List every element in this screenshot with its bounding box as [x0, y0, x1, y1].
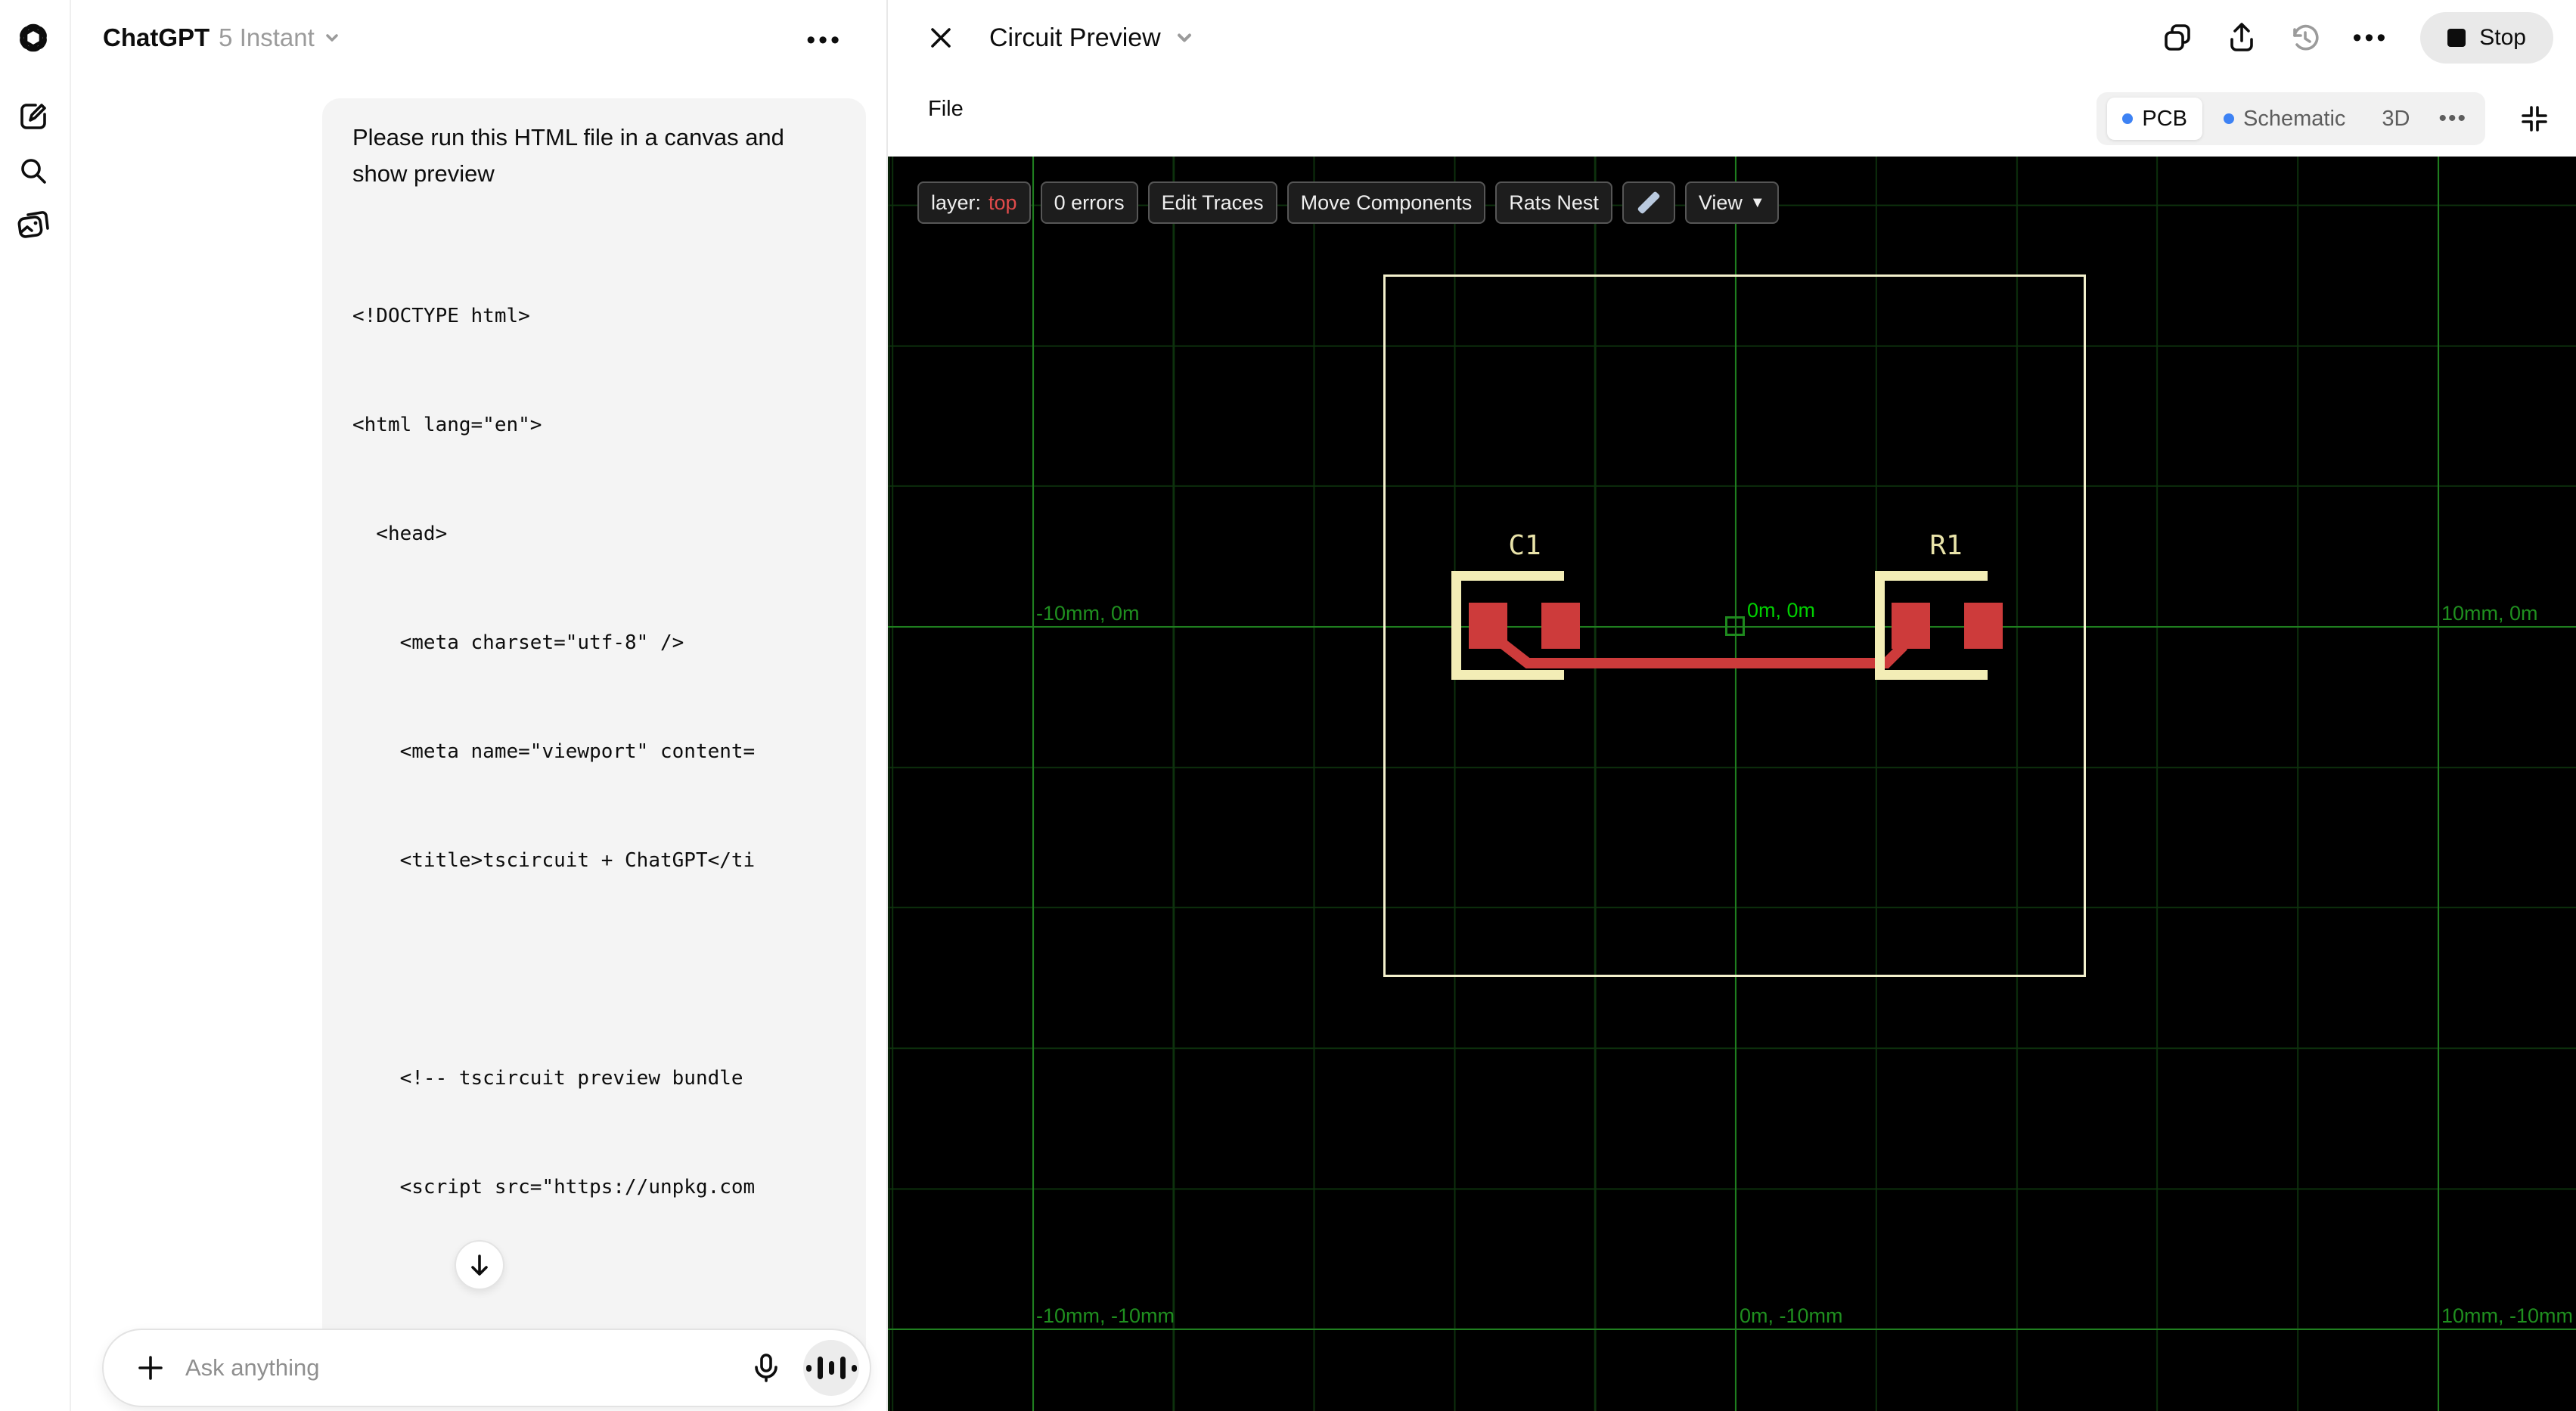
- user-message-text: Please run this HTML file in a canvas an…: [352, 124, 784, 187]
- canvas-panel: Circuit Preview ••• Stop File PCB Schema…: [886, 0, 2576, 1411]
- history-icon[interactable]: [2289, 22, 2321, 54]
- coord-label-center-bottom: 0m, -10mm: [1740, 1304, 1843, 1327]
- canvas-menu-button[interactable]: •••: [2353, 23, 2389, 53]
- pad-r1-1[interactable]: [1892, 603, 1930, 649]
- library-icon[interactable]: [14, 206, 53, 245]
- scroll-to-bottom-button[interactable]: [455, 1240, 504, 1290]
- tab-pcb[interactable]: PCB: [2107, 98, 2203, 140]
- stop-square-icon: [2447, 29, 2466, 47]
- composer[interactable]: Ask anything: [102, 1329, 871, 1407]
- tab-schematic[interactable]: Schematic: [2208, 98, 2360, 140]
- close-icon[interactable]: [926, 23, 956, 53]
- pcb-toolbar: layer: top 0 errors Edit Traces Move Com…: [917, 181, 1779, 224]
- coord-label-origin: 0m, 0m: [1747, 599, 1816, 622]
- chat-panel: ChatGPT 5 Instant ••• Please run this HT…: [73, 0, 886, 1411]
- attach-plus-icon[interactable]: [135, 1353, 166, 1383]
- voice-mode-button[interactable]: [803, 1340, 859, 1396]
- layer-button[interactable]: layer: top: [917, 181, 1031, 224]
- pcb-dot-icon: [2122, 113, 2134, 124]
- tabs-overflow-button[interactable]: •••: [2431, 106, 2475, 132]
- canvas-menubar: File PCB Schematic 3D •••: [888, 76, 2576, 157]
- pad-c1-2[interactable]: [1541, 603, 1580, 649]
- edit-pencil-button[interactable]: [1622, 181, 1675, 224]
- view-dropdown-button[interactable]: View ▼: [1684, 181, 1779, 224]
- chat-header: ChatGPT 5 Instant •••: [73, 0, 886, 76]
- conversation-menu-button[interactable]: •••: [806, 26, 843, 55]
- composer-input[interactable]: Ask anything: [185, 1354, 750, 1382]
- openai-logo-icon[interactable]: [14, 18, 53, 57]
- chevron-down-icon: [326, 34, 338, 42]
- stop-button[interactable]: Stop: [2420, 12, 2553, 64]
- pad-c1-1[interactable]: [1469, 603, 1507, 649]
- coord-label-left-mid: -10mm, 0m: [1036, 602, 1140, 625]
- collapse-icon[interactable]: [2520, 104, 2549, 133]
- rats-nest-button[interactable]: Rats Nest: [1495, 181, 1612, 224]
- pcb-viewport[interactable]: C1 R1 -10mm, 0m 0m, 0m 10mm, 0m -10mm, -…: [888, 157, 2576, 1411]
- model-selector[interactable]: 5 Instant: [219, 23, 315, 52]
- errors-button[interactable]: 0 errors: [1040, 181, 1138, 224]
- caret-down-icon: ▼: [1749, 194, 1765, 211]
- origin-marker: [1725, 616, 1745, 636]
- sidebar-rail: [0, 0, 71, 1411]
- app-title: ChatGPT: [103, 23, 210, 51]
- pad-r1-2[interactable]: [1964, 603, 2003, 649]
- share-icon[interactable]: [2226, 22, 2258, 54]
- waveform-icon: [803, 1357, 860, 1379]
- chevron-down-icon[interactable]: [1173, 26, 1196, 49]
- mic-icon[interactable]: [750, 1352, 782, 1384]
- move-components-button[interactable]: Move Components: [1286, 181, 1486, 224]
- edit-traces-button[interactable]: Edit Traces: [1147, 181, 1277, 224]
- user-message-bubble: Please run this HTML file in a canvas an…: [322, 98, 866, 1384]
- trace-c1-r1[interactable]: [888, 157, 2576, 1411]
- layer-value: top: [989, 191, 1017, 214]
- coord-label-right-bottom: 10mm, -10mm: [2441, 1304, 2574, 1327]
- coord-label-right-mid: 10mm, 0m: [2441, 602, 2538, 625]
- refdes-label: R1: [1929, 530, 1963, 561]
- canvas-header: Circuit Preview ••• Stop: [888, 0, 2576, 76]
- pencil-icon: [1637, 191, 1661, 215]
- search-icon[interactable]: [14, 151, 53, 191]
- view-tabs: PCB Schematic 3D •••: [2096, 92, 2485, 145]
- user-message-code: <!DOCTYPE html> <html lang="en"> <head> …: [352, 305, 756, 1199]
- file-menu[interactable]: File: [928, 97, 964, 122]
- new-chat-icon[interactable]: [14, 97, 53, 136]
- refdes-label: C1: [1508, 530, 1541, 561]
- copy-icon[interactable]: [2162, 22, 2194, 54]
- arrow-down-icon: [471, 1254, 488, 1276]
- canvas-title[interactable]: Circuit Preview: [989, 23, 1161, 53]
- schematic-dot-icon: [2224, 113, 2235, 124]
- tab-3d[interactable]: 3D: [2367, 98, 2425, 140]
- coord-label-left-bottom: -10mm, -10mm: [1036, 1304, 1175, 1327]
